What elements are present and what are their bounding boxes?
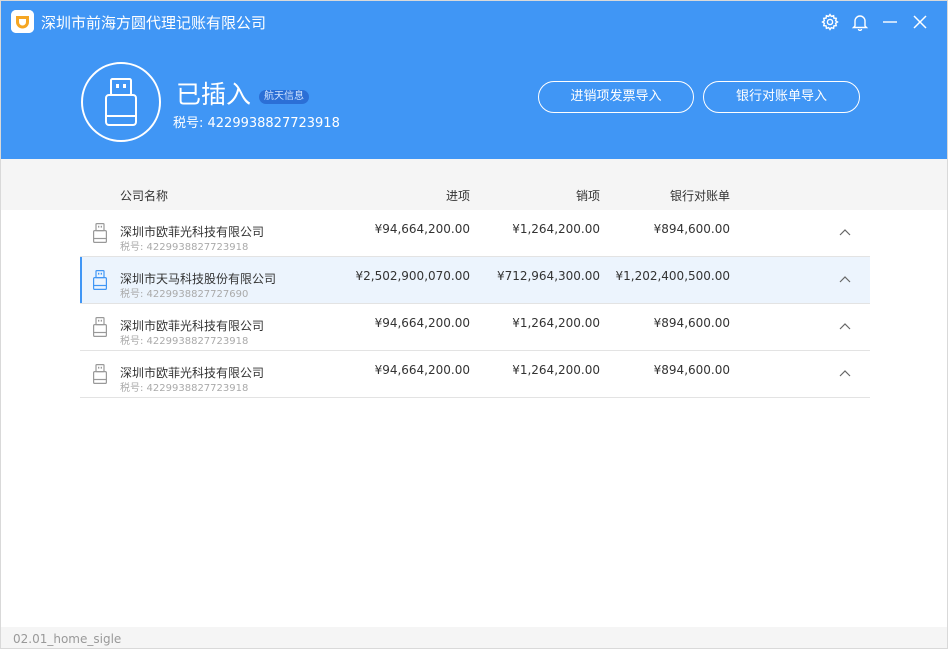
bank-amount: ¥894,600.00 xyxy=(653,316,730,330)
window-controls xyxy=(820,11,929,33)
device-tax-number: 税号: 4229938827723918 xyxy=(173,112,340,131)
output-amount: ¥712,964,300.00 xyxy=(496,269,600,283)
device-status-circle xyxy=(81,62,161,142)
usb-key-icon xyxy=(93,364,107,384)
column-input: 进项 xyxy=(445,189,470,203)
table-header: 公司名称 进项 销项 银行对账单 xyxy=(1,159,947,210)
app-logo-icon xyxy=(11,10,34,33)
input-amount: ¥94,664,200.00 xyxy=(374,222,470,236)
company-tax-number: 税号: 4229938827727690 xyxy=(120,289,249,300)
company-list: 深圳市欧菲光科技有限公司 税号: 4229938827723918 ¥94,66… xyxy=(80,210,870,398)
bank-amount: ¥1,202,400,500.00 xyxy=(615,269,730,283)
screen-id-label: 02.01_home_sigle xyxy=(1,627,947,648)
header: 深圳市前海方圆代理记账有限公司 已插入 航天信息 税号: 42299388277… xyxy=(1,1,947,159)
output-amount: ¥1,264,200.00 xyxy=(512,316,600,330)
usb-key-icon xyxy=(105,78,137,126)
bank-amount: ¥894,600.00 xyxy=(653,363,730,377)
output-amount: ¥1,264,200.00 xyxy=(512,222,600,236)
device-status: 已插入 xyxy=(176,80,252,109)
table-row[interactable]: 深圳市天马科技股份有限公司 税号: 4229938827727690 ¥2,50… xyxy=(80,257,870,304)
table-row[interactable]: 深圳市欧菲光科技有限公司 税号: 4229938827723918 ¥94,66… xyxy=(80,304,870,351)
app-title: 深圳市前海方圆代理记账有限公司 xyxy=(41,14,267,32)
company-tax-number: 税号: 4229938827723918 xyxy=(120,336,249,347)
company-tax-number: 税号: 4229938827723918 xyxy=(120,383,249,394)
bank-amount: ¥894,600.00 xyxy=(653,222,730,236)
column-bank-statement: 银行对账单 xyxy=(669,189,730,203)
tax-prefix: 税号: xyxy=(173,116,208,131)
minimize-icon[interactable] xyxy=(880,11,899,33)
table-row[interactable]: 深圳市欧菲光科技有限公司 税号: 4229938827723918 ¥94,66… xyxy=(80,351,870,398)
chevron-up-icon[interactable] xyxy=(839,321,851,333)
import-invoices-button[interactable]: 进销项发票导入 xyxy=(538,81,694,113)
column-output: 销项 xyxy=(575,189,600,203)
column-company-name: 公司名称 xyxy=(120,189,169,203)
usb-key-icon xyxy=(93,317,107,337)
app-window: 深圳市前海方圆代理记账有限公司 已插入 航天信息 税号: 42299388277… xyxy=(0,0,948,649)
company-tax-number: 税号: 4229938827723918 xyxy=(120,242,249,253)
usb-key-icon xyxy=(93,223,107,243)
table-row[interactable]: 深圳市欧菲光科技有限公司 税号: 4229938827723918 ¥94,66… xyxy=(80,210,870,257)
import-bank-statement-button[interactable]: 银行对账单导入 xyxy=(703,81,860,113)
usb-key-icon xyxy=(93,270,107,290)
chevron-up-icon[interactable] xyxy=(839,274,851,286)
input-amount: ¥2,502,900,070.00 xyxy=(355,269,470,283)
close-icon[interactable] xyxy=(910,11,929,33)
provider-badge: 航天信息 xyxy=(259,90,309,104)
chevron-up-icon[interactable] xyxy=(839,368,851,380)
output-amount: ¥1,264,200.00 xyxy=(512,363,600,377)
tax-value: 4229938827723918 xyxy=(207,116,340,131)
input-amount: ¥94,664,200.00 xyxy=(374,316,470,330)
gear-icon[interactable] xyxy=(820,11,839,33)
bell-icon[interactable] xyxy=(850,11,869,33)
chevron-up-icon[interactable] xyxy=(839,227,851,239)
input-amount: ¥94,664,200.00 xyxy=(374,363,470,377)
